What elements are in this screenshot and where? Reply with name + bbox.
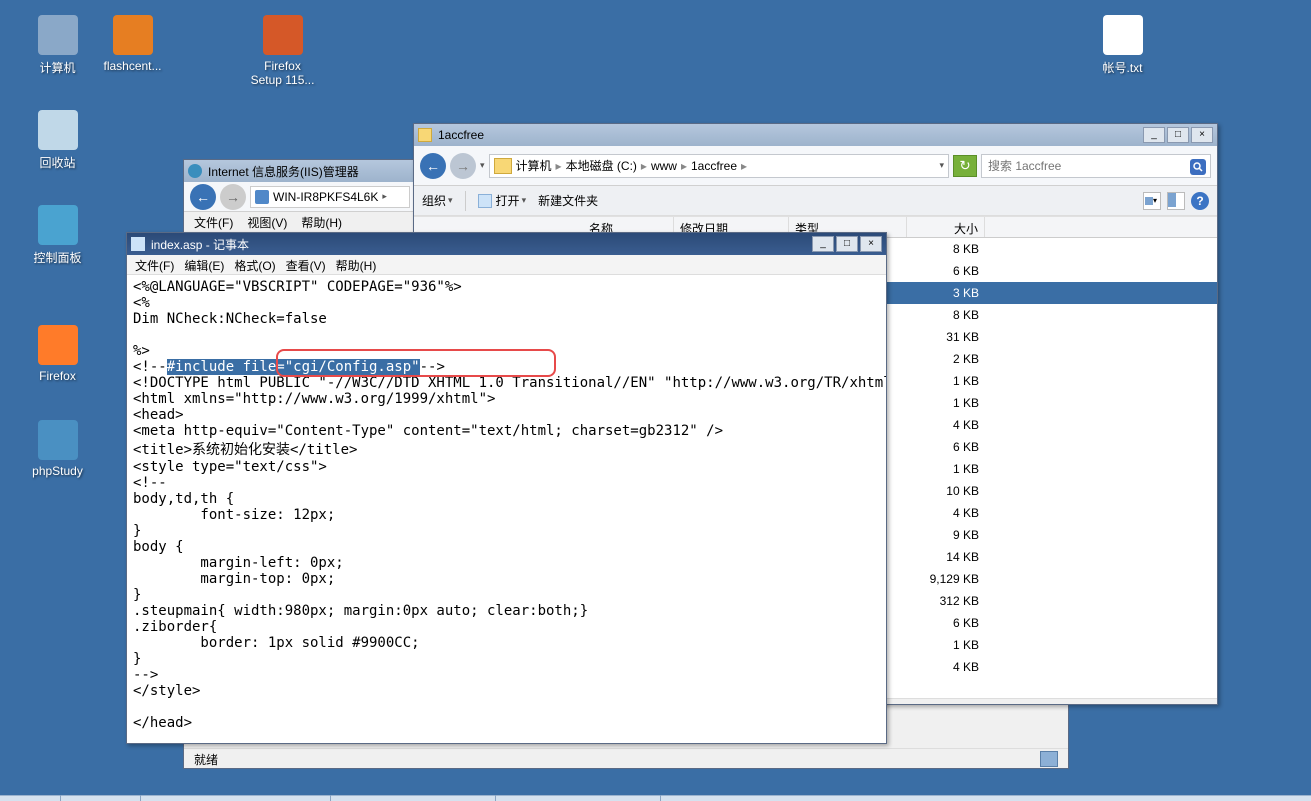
file-size-cell: 31 KB bbox=[907, 330, 985, 344]
new-folder-button[interactable]: 新建文件夹 bbox=[538, 192, 598, 209]
iis-status-text: 就绪 bbox=[194, 751, 218, 766]
minimize-button[interactable]: _ bbox=[1143, 127, 1165, 143]
file-size-cell: 2 KB bbox=[907, 352, 985, 366]
desktop-icon-firefox[interactable]: Firefox bbox=[20, 325, 95, 383]
file-size-cell: 4 KB bbox=[907, 506, 985, 520]
icon-label: Firefox bbox=[20, 369, 95, 383]
back-button[interactable]: ← bbox=[420, 153, 446, 179]
file-size-cell: 1 KB bbox=[907, 638, 985, 652]
iis-forward-button[interactable]: → bbox=[220, 184, 246, 210]
app-icon bbox=[263, 15, 303, 55]
icon-label: phpStudy bbox=[20, 464, 95, 478]
file-size-cell: 312 KB bbox=[907, 594, 985, 608]
desktop-icon-txt[interactable]: 帐号.txt bbox=[1085, 15, 1160, 76]
np-minimize-button[interactable]: _ bbox=[812, 236, 834, 252]
np-maximize-button[interactable]: □ bbox=[836, 236, 858, 252]
np-menu-edit[interactable]: 编辑(E) bbox=[184, 257, 224, 272]
organize-menu[interactable]: 组织▾ bbox=[422, 192, 453, 209]
app-icon bbox=[38, 15, 78, 55]
app-icon bbox=[38, 110, 78, 150]
file-size-cell: 6 KB bbox=[907, 264, 985, 278]
iis-status-icon bbox=[1040, 751, 1058, 767]
notepad-window[interactable]: index.asp - 记事本 _ □ × 文件(F) 编辑(E) 格式(O) … bbox=[126, 232, 887, 744]
notepad-menu-bar: 文件(F) 编辑(E) 格式(O) 查看(V) 帮助(H) bbox=[127, 255, 886, 275]
file-size-cell: 1 KB bbox=[907, 396, 985, 410]
np-menu-format[interactable]: 格式(O) bbox=[234, 257, 275, 272]
iis-back-button[interactable]: ← bbox=[190, 184, 216, 210]
file-size-cell: 10 KB bbox=[907, 484, 985, 498]
desktop-icon-firefoxsetup115[interactable]: FirefoxSetup 115... bbox=[245, 15, 320, 87]
file-size-cell: 1 KB bbox=[907, 374, 985, 388]
server-icon bbox=[255, 190, 269, 204]
file-size-cell: 8 KB bbox=[907, 242, 985, 256]
notepad-text-area[interactable]: <%@LANGUAGE="VBSCRIPT" CODEPAGE="936"%> … bbox=[127, 275, 886, 743]
np-close-button[interactable]: × bbox=[860, 236, 882, 252]
open-menu[interactable]: 打开▾ bbox=[478, 192, 527, 209]
icon-label: 控制面板 bbox=[20, 249, 95, 266]
iis-nav-path: WIN-IR8PKFS4L6K bbox=[273, 190, 378, 204]
file-size-cell: 8 KB bbox=[907, 308, 985, 322]
file-size-cell: 6 KB bbox=[907, 440, 985, 454]
taskbar[interactable] bbox=[0, 795, 1311, 801]
notepad-title-text: index.asp - 记事本 bbox=[151, 236, 812, 253]
desktop-icon-[interactable]: 控制面板 bbox=[20, 205, 95, 266]
maximize-button[interactable]: □ bbox=[1167, 127, 1189, 143]
folder-icon bbox=[418, 128, 432, 142]
desktop-icon-flashcent[interactable]: flashcent... bbox=[95, 15, 170, 73]
iis-title-text: Internet 信息服务(IIS)管理器 bbox=[208, 163, 359, 180]
address-bar[interactable]: 计算机▸ 本地磁盘 (C:)▸ www▸ 1accfree▸ ▾ bbox=[489, 154, 949, 178]
icon-label: 帐号.txt bbox=[1085, 59, 1160, 76]
np-menu-help[interactable]: 帮助(H) bbox=[336, 257, 377, 272]
app-icon bbox=[113, 15, 153, 55]
explorer-nav-row: ← → ▾ 计算机▸ 本地磁盘 (C:)▸ www▸ 1accfree▸ ▾ ↻ bbox=[414, 146, 1217, 186]
help-button[interactable]: ? bbox=[1191, 192, 1209, 210]
app-icon bbox=[38, 205, 78, 245]
file-size-cell: 14 KB bbox=[907, 550, 985, 564]
iis-menu-help[interactable]: 帮助(H) bbox=[301, 214, 342, 231]
preview-pane-button[interactable] bbox=[1167, 192, 1185, 210]
np-menu-view[interactable]: 查看(V) bbox=[286, 257, 326, 272]
icon-label: 计算机 bbox=[20, 59, 95, 76]
iis-menu-view[interactable]: 视图(V) bbox=[247, 214, 287, 231]
app-icon bbox=[38, 420, 78, 460]
file-size-cell: 3 KB bbox=[907, 286, 985, 300]
path-folder-icon bbox=[494, 158, 512, 174]
forward-button[interactable]: → bbox=[450, 153, 476, 179]
file-size-cell: 4 KB bbox=[907, 418, 985, 432]
col-size[interactable]: 大小 bbox=[907, 217, 985, 237]
search-box[interactable] bbox=[981, 154, 1211, 178]
icon-label: 回收站 bbox=[20, 154, 95, 171]
notepad-icon bbox=[131, 237, 145, 251]
search-icon[interactable] bbox=[1190, 159, 1206, 175]
notepad-icon bbox=[478, 194, 492, 208]
app-icon bbox=[1103, 15, 1143, 55]
iis-icon bbox=[188, 164, 202, 178]
view-options-button[interactable]: ▾ bbox=[1143, 192, 1161, 210]
file-size-cell: 6 KB bbox=[907, 616, 985, 630]
refresh-button[interactable]: ↻ bbox=[953, 155, 977, 177]
iis-status-bar: 就绪 bbox=[184, 748, 1068, 768]
iis-menu-file[interactable]: 文件(F) bbox=[194, 214, 233, 231]
desktop-icon-[interactable]: 计算机 bbox=[20, 15, 95, 76]
file-size-cell: 4 KB bbox=[907, 660, 985, 674]
np-menu-file[interactable]: 文件(F) bbox=[135, 257, 174, 272]
icon-label: FirefoxSetup 115... bbox=[245, 59, 320, 87]
file-size-cell: 1 KB bbox=[907, 462, 985, 476]
desktop-icon-[interactable]: 回收站 bbox=[20, 110, 95, 171]
desktop-icon-phpstudy[interactable]: phpStudy bbox=[20, 420, 95, 478]
app-icon bbox=[38, 325, 78, 365]
explorer-title-text: 1accfree bbox=[438, 128, 1143, 142]
iis-path-box[interactable]: WIN-IR8PKFS4L6K ▸ bbox=[250, 186, 410, 208]
explorer-toolbar: 组织▾ 打开▾ 新建文件夹 ▾ ? bbox=[414, 186, 1217, 216]
search-input[interactable] bbox=[982, 155, 1210, 177]
explorer-title-bar[interactable]: 1accfree _ □ × bbox=[414, 124, 1217, 146]
file-size-cell: 9,129 KB bbox=[907, 572, 985, 586]
icon-label: flashcent... bbox=[95, 59, 170, 73]
close-button[interactable]: × bbox=[1191, 127, 1213, 143]
file-size-cell: 9 KB bbox=[907, 528, 985, 542]
notepad-title-bar[interactable]: index.asp - 记事本 _ □ × bbox=[127, 233, 886, 255]
